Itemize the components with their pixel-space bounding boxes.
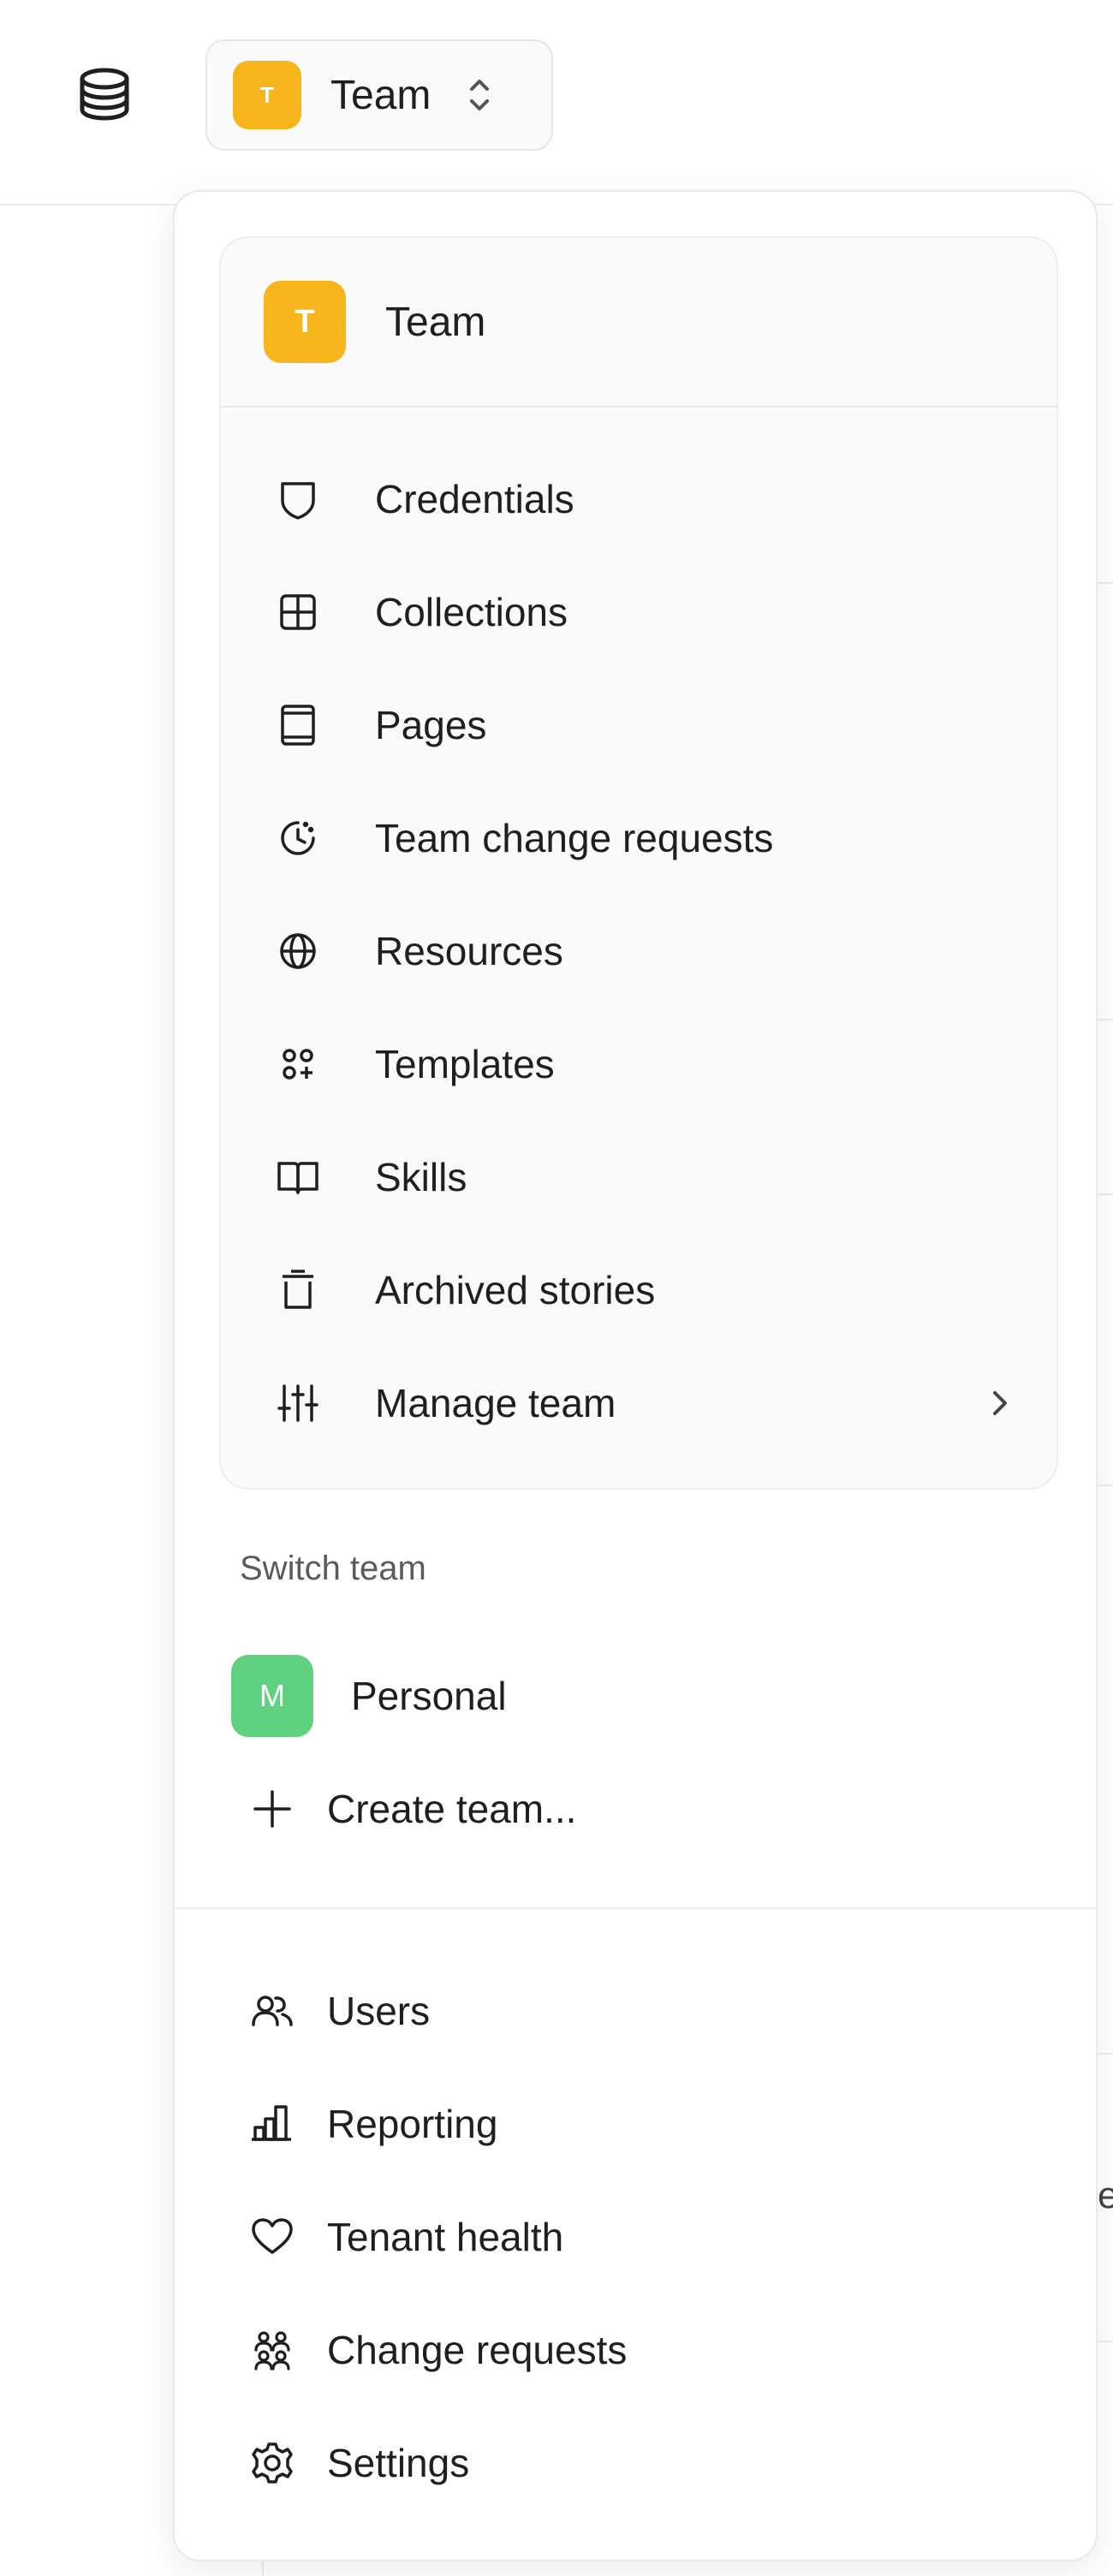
menu-item-pages[interactable]: Pages [272,678,1026,772]
menu-item-label: Reporting [327,2102,498,2146]
menu-item-label: Resources [375,929,563,973]
menu-item-users[interactable]: Users [231,1964,1002,2058]
menu-item-credentials[interactable]: Credentials [272,452,1026,546]
menu-item-label: Change requests [327,2328,628,2372]
current-team-avatar: T [264,281,346,363]
database-icon[interactable] [74,63,135,125]
clock-icon [272,812,324,864]
templates-icon [272,1038,324,1090]
menu-item-label: Credentials [375,477,574,521]
create-team-label: Create team... [327,1787,577,1831]
chevron-right-icon [993,1391,1007,1415]
menu-item-skills[interactable]: Skills [272,1130,1026,1224]
create-team-button[interactable]: Create team... [231,1762,1002,1856]
menu-item-label: Settings [327,2441,470,2485]
menu-item-change-requests[interactable]: Change requests [231,2303,1002,2397]
background-divider [1096,1193,1113,1195]
bar-chart-icon [247,2098,298,2150]
menu-item-team-change-requests[interactable]: Team change requests [272,791,1026,885]
menu-item-label: Manage team [375,1381,616,1425]
background-divider [1096,2053,1113,2055]
current-team-card: T Team Credentials Collections Pages Tea… [219,236,1058,1490]
team-switcher-label: Team [330,72,432,118]
current-team-name: Team [385,299,486,345]
shield-icon [272,473,324,525]
menu-item-archived-stories[interactable]: Archived stories [272,1243,1026,1337]
menu-item-label: Archived stories [375,1268,656,1312]
users-icon [247,1985,298,2037]
menu-item-manage-team[interactable]: Manage team [272,1356,1026,1450]
menu-item-templates[interactable]: Templates [272,1017,1026,1111]
heart-icon [247,2211,298,2263]
sliders-icon [272,1377,324,1429]
menu-item-reporting[interactable]: Reporting [231,2077,1002,2171]
background-divider [1096,582,1113,584]
background-divider [262,2560,264,2576]
menu-item-label: Templates [375,1042,555,1086]
gear-icon [247,2437,298,2489]
menu-item-label: Tenant health [327,2215,564,2259]
team-dropdown-menu: T Team Credentials Collections Pages Tea… [173,190,1098,2561]
team-switcher-button[interactable]: T Team [205,39,553,151]
globe-icon [272,925,324,977]
switch-team-heading: Switch team [240,1550,426,1587]
current-team-header[interactable]: T Team [221,238,1056,408]
background-divider [1096,1484,1113,1486]
chevron-up-down-icon [470,80,490,110]
menu-divider [175,1907,1096,1909]
team-option-personal[interactable]: M Personal [231,1649,1002,1743]
book-icon [272,1151,324,1203]
background-divider [1096,2341,1113,2342]
top-bar: T Team [0,0,1113,205]
plus-icon [247,1783,298,1835]
grid-icon [272,586,324,638]
menu-item-settings[interactable]: Settings [231,2416,1002,2510]
menu-item-label: Collections [375,590,568,634]
menu-item-resources[interactable]: Resources [272,904,1026,998]
menu-item-tenant-health[interactable]: Tenant health [231,2190,1002,2284]
team-avatar: T [233,61,301,129]
menu-item-label: Pages [375,703,487,747]
background-text: e [1098,2174,1113,2216]
background-divider [1096,1019,1113,1020]
menu-item-collections[interactable]: Collections [272,565,1026,659]
page-icon [272,699,324,751]
change-requests-icon [247,2324,298,2376]
menu-item-label: Users [327,1989,431,2033]
menu-item-label: Skills [375,1155,467,1199]
menu-item-label: Team change requests [375,816,774,860]
trash-icon [272,1264,324,1316]
personal-team-avatar: M [231,1655,313,1737]
team-option-label: Personal [351,1674,507,1718]
